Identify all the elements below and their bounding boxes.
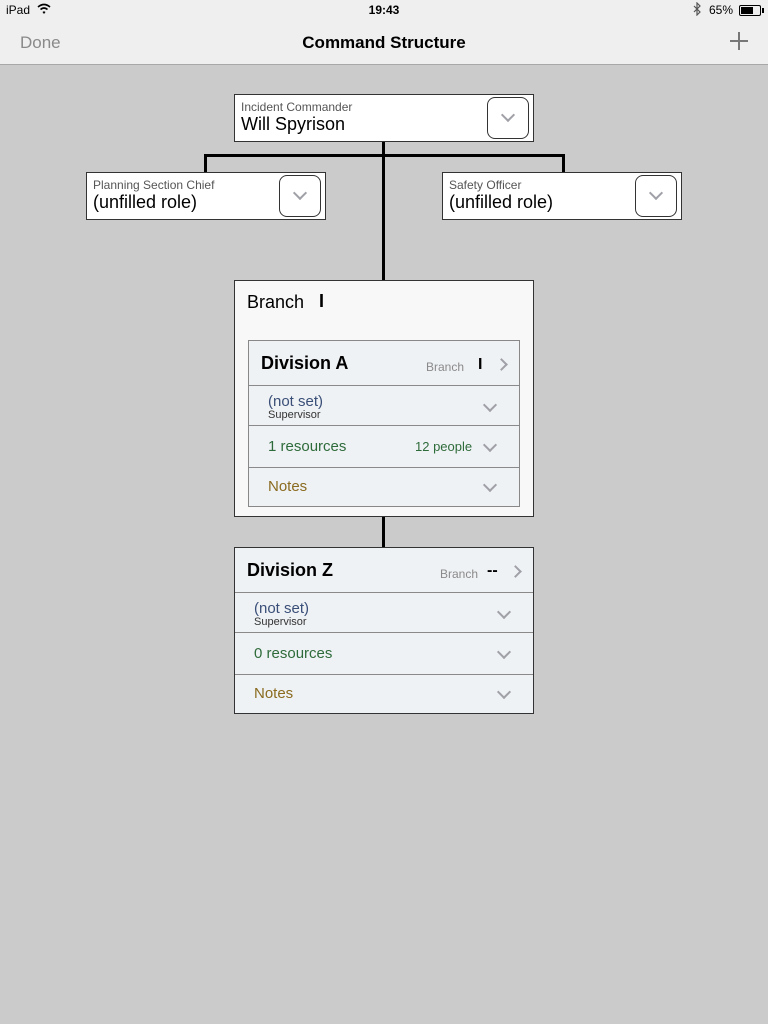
chevron-down-icon	[496, 684, 512, 700]
connector-planning	[204, 154, 207, 172]
role-dropdown-button[interactable]	[487, 97, 529, 139]
chevron-down-icon	[500, 107, 516, 123]
resources-count: 0 resources	[254, 645, 333, 662]
branch-number: I	[319, 291, 325, 311]
division-branch-value: --	[487, 562, 498, 579]
status-bar: iPad 19:43 65%	[0, 0, 768, 20]
supervisor-value: (not set)	[254, 600, 310, 617]
division-branch-label: Branch	[440, 567, 479, 581]
planning-section-chief-box: Planning Section Chief (unfilled role)	[86, 172, 326, 220]
role-dropdown-button[interactable]	[635, 175, 677, 217]
plus-icon[interactable]	[728, 30, 750, 52]
resources-count: 1 resources	[268, 438, 347, 455]
supervisor-value: (not set)	[268, 393, 324, 410]
role-assignee: Will Spyrison	[241, 114, 346, 134]
supervisor-label: Supervisor	[254, 616, 307, 628]
division-card: Division Z Branch -- (not set) Superviso…	[234, 547, 534, 714]
division-name: Division Z	[247, 560, 334, 580]
role-title: Safety Officer	[449, 178, 522, 192]
division-header-row[interactable]: Division A Branch I	[249, 341, 519, 386]
supervisor-label: Supervisor	[268, 409, 321, 421]
role-title: Planning Section Chief	[93, 178, 215, 192]
role-assignee: (unfilled role)	[93, 192, 198, 212]
battery-percent: 65%	[709, 3, 734, 17]
connector-ic-down	[382, 142, 385, 280]
division-name: Division A	[261, 353, 349, 373]
supervisor-row[interactable]: (not set) Supervisor	[249, 386, 519, 426]
role-dropdown-button[interactable]	[279, 175, 321, 217]
chevron-down-icon	[648, 185, 664, 201]
safety-officer-box: Safety Officer (unfilled role)	[442, 172, 682, 220]
division-card: Division A Branch I (not set) Supervisor…	[248, 340, 520, 507]
role-assignee: (unfilled role)	[449, 192, 554, 212]
notes-label: Notes	[268, 478, 308, 495]
notes-label: Notes	[254, 685, 294, 702]
role-title: Incident Commander	[241, 100, 353, 114]
chevron-down-icon	[482, 437, 498, 453]
connector-branch-division	[382, 517, 385, 547]
chevron-right-icon	[509, 565, 522, 578]
chevron-right-icon	[495, 358, 508, 371]
bluetooth-icon	[693, 2, 701, 16]
connector-horizontal	[204, 154, 565, 157]
chevron-down-icon	[496, 604, 512, 620]
people-count: 12 people	[415, 439, 473, 454]
incident-commander-box: Incident Commander Will Spyrison	[234, 94, 534, 142]
connector-safety	[562, 154, 565, 172]
resources-row[interactable]: 0 resources	[235, 633, 533, 675]
chevron-down-icon	[482, 397, 498, 413]
chevron-down-icon	[482, 477, 498, 493]
division-branch-value: I	[478, 356, 483, 373]
resources-row[interactable]: 1 resources 12 people	[249, 426, 519, 468]
clock: 19:43	[368, 3, 400, 17]
division-header-row[interactable]: Division Z Branch --	[235, 548, 533, 593]
page-title: Command Structure	[302, 33, 466, 52]
division-branch-label: Branch	[426, 360, 465, 374]
battery-icon	[739, 5, 764, 16]
branch-box: Branch I Division A Branch I (not set) S…	[234, 280, 534, 517]
notes-row[interactable]: Notes	[249, 468, 519, 506]
branch-label: Branch	[247, 292, 305, 312]
chevron-down-icon	[496, 644, 512, 660]
notes-row[interactable]: Notes	[235, 675, 533, 713]
chevron-down-icon	[292, 185, 308, 201]
supervisor-row[interactable]: (not set) Supervisor	[235, 593, 533, 633]
navigation-bar: Done Command Structure	[0, 20, 768, 65]
